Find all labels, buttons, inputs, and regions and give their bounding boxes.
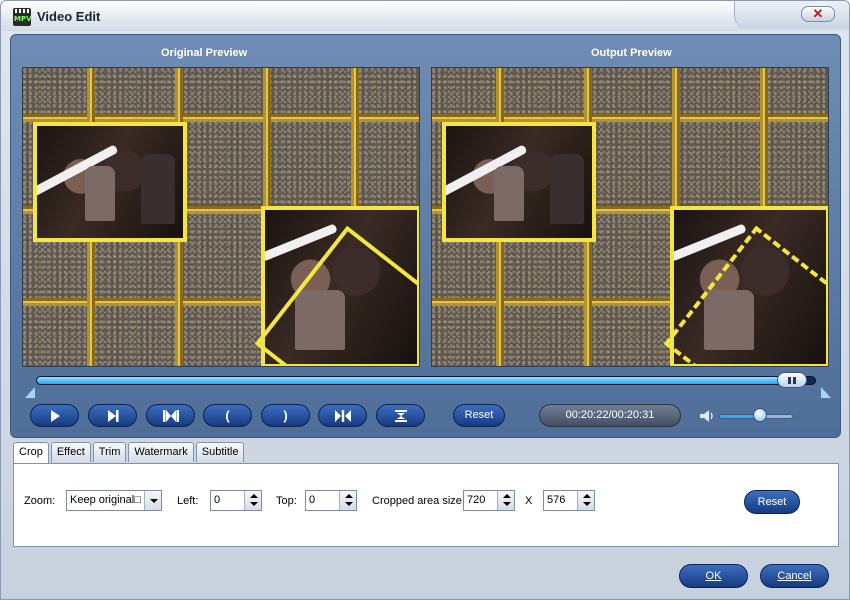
top-label: Top: <box>276 495 297 507</box>
split-icon <box>334 410 351 422</box>
zoom-select-value: Keep original□ <box>70 494 141 506</box>
ok-button-label: OK <box>705 570 722 582</box>
top-value: 0 <box>309 494 316 506</box>
trim-icon <box>394 410 407 422</box>
output-preview-label: Output Preview <box>591 47 672 59</box>
photo-figure <box>550 154 584 224</box>
spin-buttons[interactable] <box>577 491 594 510</box>
preview-panel: Original Preview Output Preview () Rese… <box>10 34 841 438</box>
crop-height-value: 576 <box>547 494 566 506</box>
crop-height-stepper[interactable]: 576 <box>543 490 595 511</box>
ok-button[interactable]: OK <box>679 564 748 588</box>
crop-panel: Zoom: Keep original□ Left: 0 Top: 0 Crop… <box>13 463 839 547</box>
volume-knob[interactable] <box>752 408 767 422</box>
trim-button[interactable] <box>376 404 425 427</box>
original-preview-label: Original Preview <box>161 47 248 59</box>
spin-buttons[interactable] <box>497 491 514 510</box>
app-icon-label: MPV <box>14 15 32 23</box>
tab-watermark[interactable]: Watermark <box>128 442 194 462</box>
seek-thumb[interactable] <box>777 372 808 388</box>
edit-tabs: Crop Effect Trim Watermark Subtitle <box>13 442 245 464</box>
crop-width-value: 720 <box>467 494 486 506</box>
output-preview <box>431 67 829 367</box>
mark-out-button[interactable]: ) <box>261 404 310 427</box>
tab-trim[interactable]: Trim <box>92 442 127 462</box>
left-value: 0 <box>214 494 221 506</box>
seek-bar[interactable] <box>36 376 816 385</box>
chevron-down-icon <box>144 491 161 510</box>
zoom-label: Zoom: <box>24 495 56 507</box>
spin-buttons[interactable] <box>244 491 261 510</box>
split-button[interactable] <box>318 404 367 427</box>
step-forward-icon <box>107 410 118 422</box>
cropped-size-label: Cropped area size: <box>372 495 465 507</box>
photo-figure <box>494 166 524 221</box>
left-stepper[interactable]: 0 <box>210 490 262 511</box>
volume-icon[interactable] <box>699 409 715 423</box>
crop-width-stepper[interactable]: 720 <box>463 490 515 511</box>
photo-figure <box>141 154 175 224</box>
left-label: Left: <box>177 495 199 507</box>
preview-photo-frame <box>33 122 187 242</box>
cancel-button[interactable]: Cancel <box>760 564 829 588</box>
preview-photo-frame <box>442 122 596 242</box>
end-marker-icon[interactable] <box>821 387 831 398</box>
app-icon: MPV <box>13 8 32 26</box>
mark-in-button[interactable]: ( <box>203 404 252 427</box>
time-display: 00:20:22/00:20:31 <box>539 404 681 427</box>
original-preview <box>22 67 420 367</box>
preview-reset-button[interactable]: Reset <box>453 404 505 427</box>
play-button[interactable] <box>30 404 79 427</box>
video-edit-window: MPV Video Edit ✕ Original Preview Output… <box>0 0 850 600</box>
close-button[interactable]: ✕ <box>801 6 835 22</box>
size-x-label: X <box>525 495 533 507</box>
next-frame-button[interactable] <box>88 404 137 427</box>
play-icon <box>50 410 60 422</box>
snapshot-icon <box>162 410 179 422</box>
window-title: Video Edit <box>37 9 101 24</box>
photo-figure <box>85 166 115 221</box>
snapshot-button[interactable] <box>146 404 195 427</box>
title-bar: MPV Video Edit ✕ <box>1 1 849 31</box>
tab-effect[interactable]: Effect <box>50 442 91 462</box>
tab-subtitle[interactable]: Subtitle <box>195 442 245 462</box>
tab-crop[interactable]: Crop <box>13 442 49 464</box>
seek-bar-fill <box>37 377 804 384</box>
crop-reset-button[interactable]: Reset <box>744 490 800 514</box>
start-marker-icon[interactable] <box>25 387 35 398</box>
spin-buttons[interactable] <box>339 491 356 510</box>
cancel-button-label: Cancel <box>777 570 812 582</box>
zoom-select[interactable]: Keep original□ <box>66 490 162 511</box>
top-stepper[interactable]: 0 <box>305 490 357 511</box>
